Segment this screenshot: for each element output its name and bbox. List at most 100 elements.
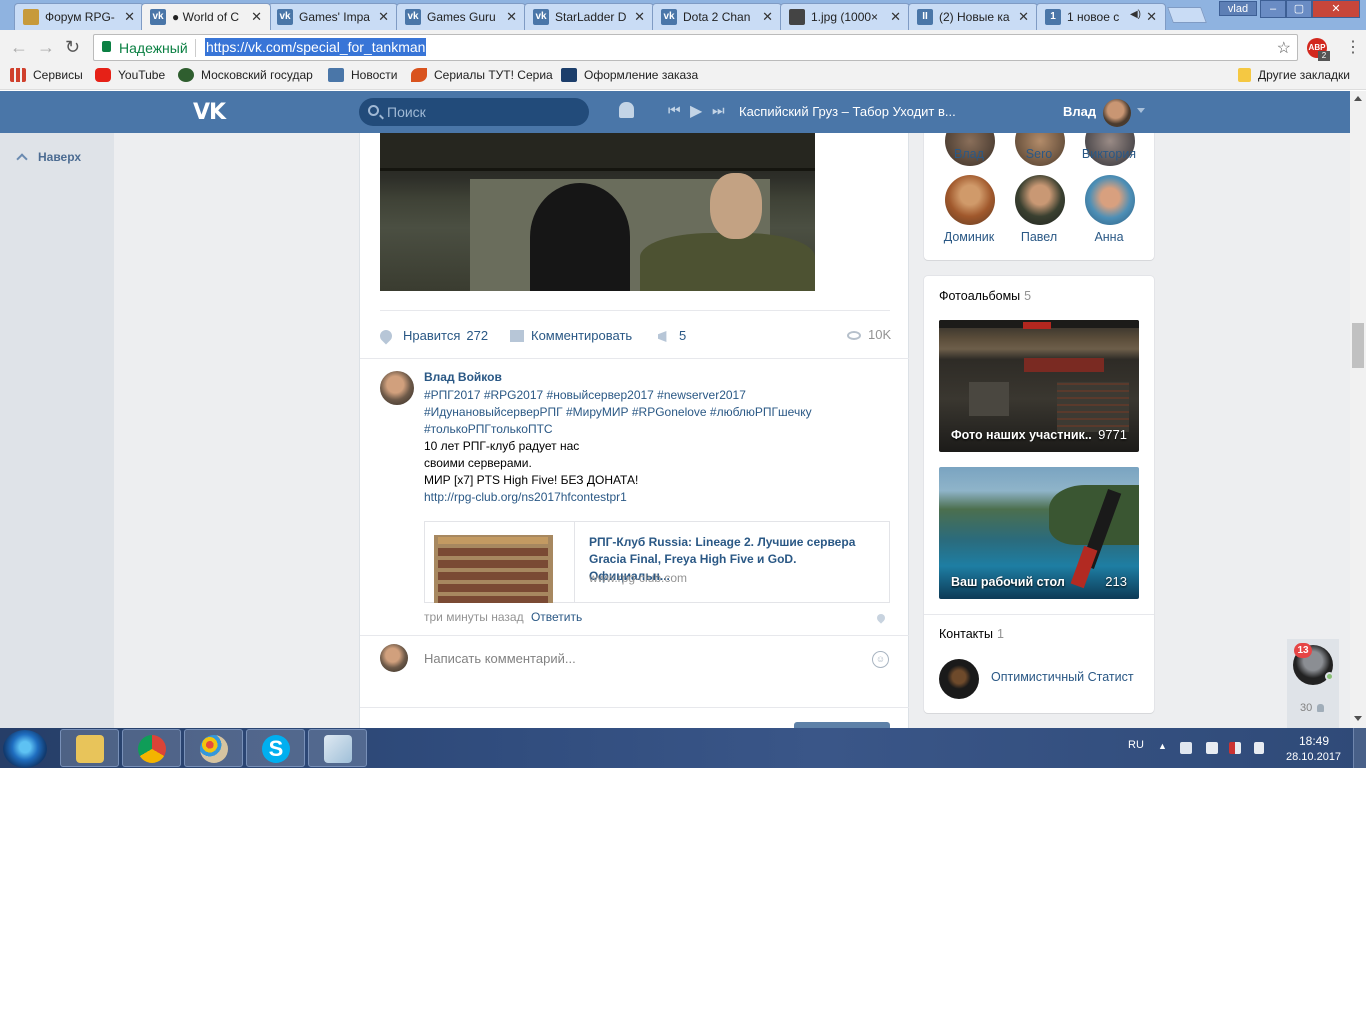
tab-close-icon[interactable]: ✕ (251, 9, 262, 25)
tab-close-icon[interactable]: ✕ (1146, 9, 1157, 25)
volume-icon[interactable] (1254, 742, 1264, 754)
bookmark-news[interactable]: Новости (328, 68, 397, 82)
bookmark-serials[interactable]: Сериалы ТУТ! Сериа (411, 68, 553, 82)
bookmark-youtube[interactable]: YouTube (95, 68, 165, 82)
close-window-button[interactable]: ✕ (1312, 0, 1360, 18)
browser-tab-active[interactable]: vk ● World of С ✕ (141, 3, 271, 30)
contact-avatar[interactable] (939, 659, 979, 699)
action-center-icon[interactable] (1180, 742, 1192, 754)
comment-input[interactable]: Написать комментарий... (424, 651, 576, 666)
scrollbar-thumb[interactable] (1352, 323, 1364, 368)
taskbar-explorer[interactable] (60, 729, 119, 767)
albums-header[interactable]: Фотоальбомы 5 (939, 289, 1031, 303)
browser-tab[interactable]: II (2) Новые ка ✕ (908, 3, 1038, 30)
bookmark-star-icon[interactable]: ☆ (1277, 38, 1291, 58)
friend-name[interactable]: Sero (1004, 147, 1074, 161)
post-photo[interactable] (380, 133, 815, 291)
online-counter[interactable]: 30 (1300, 702, 1325, 714)
tab-close-icon[interactable]: ✕ (506, 9, 517, 25)
browser-tab[interactable]: vk Dota 2 Chan ✕ (652, 3, 782, 30)
comment-button[interactable]: Комментировать (510, 328, 632, 343)
scroll-down-arrow-icon[interactable] (1354, 716, 1362, 721)
emoji-icon[interactable]: ☺ (872, 651, 889, 668)
link-snippet[interactable]: РПГ-Клуб Russia: Lineage 2. Лучшие серве… (424, 521, 890, 603)
back-arrow-icon[interactable]: ← (10, 37, 28, 58)
avatar[interactable] (1103, 99, 1131, 127)
browser-tab[interactable]: vk Games Guru ✕ (396, 3, 526, 30)
scroll-up-panel[interactable]: Наверх (0, 133, 114, 728)
friend-name[interactable]: Виктория (1074, 147, 1144, 161)
share-button[interactable]: 5 (658, 328, 686, 343)
like-button[interactable]: Нравится 272 (377, 327, 488, 345)
start-button[interactable] (3, 730, 47, 768)
taskbar-chrome[interactable] (122, 729, 181, 767)
user-name[interactable]: Влад (1063, 104, 1096, 119)
comment-avatar[interactable] (380, 371, 414, 405)
url-text[interactable]: https://vk.com/special_for_tankman (205, 38, 427, 56)
device-icon[interactable] (1206, 742, 1218, 754)
comment-time[interactable]: три минуты назад (424, 610, 524, 624)
friend-avatar[interactable] (1084, 175, 1136, 225)
clock-date[interactable]: 28.10.2017 (1286, 751, 1341, 763)
comment-author[interactable]: Влад Войков (424, 370, 502, 384)
hashtags[interactable]: #толькоРПГтолькоПТС (424, 421, 894, 438)
bookmark-order[interactable]: Оформление заказа (561, 68, 698, 82)
browser-tab[interactable]: 1 1 новое с ◀) ✕ (1036, 3, 1166, 30)
now-playing-track[interactable]: Каспийский Груз – Табор Уходит в... (739, 104, 956, 119)
vertical-scrollbar[interactable] (1350, 91, 1366, 728)
reload-icon[interactable]: ↻ (65, 37, 80, 58)
prev-track-icon[interactable]: ⏮ (668, 102, 681, 119)
friend-name[interactable]: Анна (1074, 230, 1144, 244)
clock-time[interactable]: 18:49 (1299, 734, 1329, 748)
browser-tab[interactable]: Форум RPG- ✕ (14, 3, 144, 30)
forward-arrow-icon[interactable]: → (37, 37, 55, 58)
scroll-up-arrow-icon[interactable] (1354, 96, 1362, 101)
comment-link[interactable]: http://rpg-club.org/ns2017hfcontestpr1 (424, 489, 894, 506)
tab-close-icon[interactable]: ✕ (124, 9, 135, 25)
other-bookmarks[interactable]: Другие закладки (1238, 68, 1350, 82)
play-icon[interactable]: ▶ (690, 101, 702, 121)
hashtags[interactable]: #ИдунановыйсерверРПГ #МируМИР #RPGonelov… (424, 404, 894, 421)
language-indicator[interactable]: RU (1128, 739, 1144, 751)
taskbar-notepad[interactable] (308, 729, 367, 767)
friend-avatar[interactable] (944, 175, 996, 225)
next-track-icon[interactable]: ⏭ (712, 102, 725, 119)
chat-widget[interactable]: 13 30 (1287, 639, 1339, 728)
address-bar[interactable]: Надежный https://vk.com/special_for_tank… (93, 34, 1298, 61)
show-desktop-button[interactable] (1353, 728, 1366, 768)
bell-icon[interactable] (619, 102, 634, 118)
new-tab-button[interactable] (1167, 7, 1207, 23)
tab-close-icon[interactable]: ✕ (1018, 9, 1029, 25)
tab-audio-icon[interactable]: ◀) (1130, 9, 1141, 20)
search-input[interactable]: Поиск (359, 98, 589, 126)
browser-tab[interactable]: 1.jpg (1000× ✕ (780, 3, 910, 30)
tab-close-icon[interactable]: ✕ (762, 9, 773, 25)
hashtags[interactable]: #РПГ2017 #RPG2017 #новыйсервер2017 #news… (424, 387, 894, 404)
taskbar-paint[interactable] (184, 729, 243, 767)
browser-tab[interactable]: vk StarLadder D ✕ (524, 3, 654, 30)
chevron-down-icon[interactable] (1137, 108, 1145, 113)
network-icon[interactable] (1229, 742, 1241, 754)
tab-close-icon[interactable]: ✕ (378, 9, 389, 25)
menu-dots-icon[interactable]: ⋮ (1345, 37, 1361, 57)
album-cover[interactable]: Ваш рабочий стол 213 (939, 467, 1139, 599)
browser-tab[interactable]: vk Games' Impa ✕ (268, 3, 398, 30)
minimize-button[interactable]: – (1260, 0, 1286, 18)
friend-name[interactable]: Влад (934, 147, 1004, 161)
tab-close-icon[interactable]: ✕ (890, 9, 901, 25)
maximize-button[interactable]: ▢ (1286, 0, 1312, 18)
contact-name[interactable]: Оптимистичный Статист (991, 670, 1134, 684)
reply-button[interactable]: Ответить (531, 610, 582, 624)
tab-close-icon[interactable]: ✕ (634, 9, 645, 25)
scroll-up-button[interactable]: Наверх (16, 150, 81, 165)
friend-name[interactable]: Доминик (934, 230, 1004, 244)
profile-badge[interactable]: vlad (1219, 1, 1257, 16)
bookmark-moscow[interactable]: Московский государ (178, 68, 313, 82)
tray-expand-icon[interactable]: ▲ (1158, 741, 1167, 751)
friend-name[interactable]: Павел (1004, 230, 1074, 244)
friend-avatar[interactable] (1014, 175, 1066, 225)
taskbar-skype[interactable]: S (246, 729, 305, 767)
vk-logo[interactable]: VK (193, 100, 226, 125)
bookmark-services[interactable]: Сервисы (10, 68, 83, 82)
comment-like-icon[interactable] (875, 612, 887, 624)
